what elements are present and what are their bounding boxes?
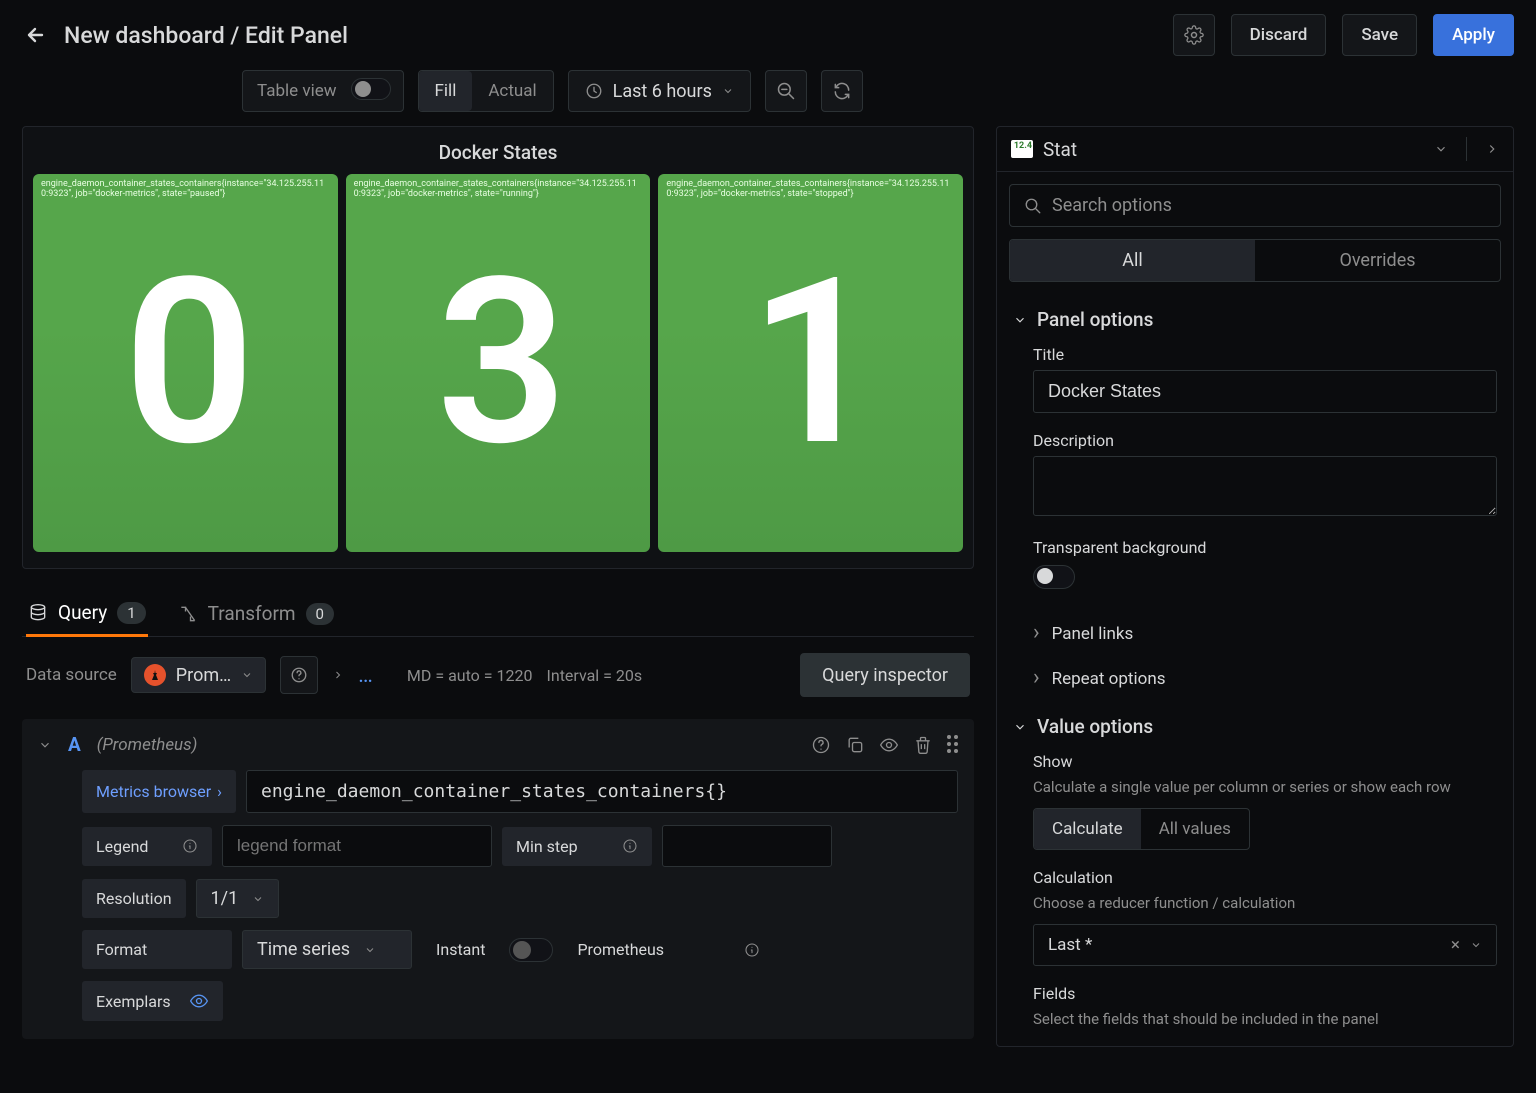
chevron-right-icon: › — [217, 782, 222, 801]
tab-all[interactable]: All — [1010, 240, 1255, 281]
info-icon — [182, 838, 198, 854]
arrow-left-icon — [23, 23, 47, 47]
chevron-right-icon — [1033, 621, 1040, 646]
trash-icon[interactable] — [913, 735, 933, 755]
fill-actual-segment: Fill Actual — [418, 70, 554, 112]
query-inspector-button[interactable]: Query inspector — [800, 653, 970, 697]
discard-button[interactable]: Discard — [1231, 14, 1327, 56]
stat-viz-icon: 12.4 — [1011, 140, 1033, 158]
panel-title: Docker States — [33, 141, 963, 164]
database-icon — [28, 603, 48, 623]
tab-query[interactable]: Query 1 — [26, 591, 148, 637]
data-source-label: Data source — [26, 665, 117, 685]
apply-button[interactable]: Apply — [1433, 14, 1514, 56]
options-tab-segment: All Overrides — [1009, 239, 1501, 282]
chevron-right-icon[interactable] — [1485, 142, 1499, 156]
data-source-help-button[interactable] — [280, 656, 318, 694]
zoom-out-button[interactable] — [765, 70, 807, 112]
refresh-button[interactable] — [821, 70, 863, 112]
query-letter: A — [68, 733, 81, 756]
instant-toggle[interactable] — [509, 938, 553, 962]
chevron-right-icon — [1033, 666, 1040, 691]
chevron-down-icon[interactable] — [1434, 142, 1448, 156]
info-icon — [622, 838, 638, 854]
chevron-down-icon[interactable] — [38, 738, 52, 752]
legend-input[interactable] — [222, 825, 492, 867]
chevron-down-icon — [252, 893, 264, 905]
table-view-switch[interactable] — [351, 78, 391, 100]
panel-description-input[interactable] — [1033, 456, 1497, 516]
show-all-values-option[interactable]: All values — [1141, 809, 1249, 849]
format-select[interactable]: Time series — [242, 930, 412, 969]
stat-card: engine_daemon_container_states_container… — [658, 174, 963, 552]
panel-links-section[interactable]: Panel links — [997, 611, 1513, 656]
tab-transform[interactable]: Transform 0 — [176, 591, 336, 636]
chevron-right-icon[interactable] — [332, 669, 344, 681]
show-calculate-option[interactable]: Calculate — [1034, 809, 1141, 849]
panel-options-header[interactable]: Panel options — [997, 294, 1513, 345]
promql-input[interactable]: engine_daemon_container_states_container… — [246, 770, 958, 813]
panel-settings-button[interactable] — [1173, 14, 1215, 56]
prometheus-icon — [144, 664, 166, 686]
breadcrumb: New dashboard / Edit Panel — [64, 22, 348, 49]
refresh-icon — [832, 81, 852, 101]
drag-handle-icon[interactable] — [947, 735, 958, 755]
panel-preview: Docker States engine_daemon_container_st… — [22, 126, 974, 569]
search-icon — [1024, 197, 1042, 215]
calculation-select[interactable]: Last * × — [1033, 924, 1497, 966]
help-icon[interactable] — [811, 735, 831, 755]
chevron-down-icon — [1470, 939, 1482, 951]
chevron-down-icon — [722, 85, 734, 97]
eye-icon[interactable] — [189, 991, 209, 1011]
fill-option[interactable]: Fill — [419, 71, 473, 111]
chevron-down-icon — [364, 944, 376, 956]
repeat-options-section[interactable]: Repeat options — [997, 656, 1513, 701]
transparent-bg-toggle[interactable] — [1033, 565, 1075, 589]
actual-option[interactable]: Actual — [472, 71, 552, 111]
query-options-more[interactable]: … — [358, 663, 373, 688]
eye-icon[interactable] — [879, 735, 899, 755]
resolution-select[interactable]: 1/1 — [196, 879, 280, 918]
table-view-toggle[interactable]: Table view — [242, 70, 404, 112]
gear-icon — [1184, 25, 1204, 45]
panel-title-input[interactable] — [1033, 370, 1497, 413]
stat-card: engine_daemon_container_states_container… — [346, 174, 651, 552]
copy-icon[interactable] — [845, 735, 865, 755]
value-options-header[interactable]: Value options — [997, 701, 1513, 752]
query-source: (Prometheus) — [97, 735, 198, 755]
chevron-down-icon — [241, 669, 253, 681]
min-step-input[interactable] — [662, 825, 832, 867]
chevron-down-icon — [1013, 313, 1027, 327]
search-options-input[interactable]: Search options — [1009, 184, 1501, 227]
clock-icon — [585, 82, 603, 100]
stat-card: engine_daemon_container_states_container… — [33, 174, 338, 552]
tab-overrides[interactable]: Overrides — [1255, 240, 1500, 281]
show-segment: Calculate All values — [1033, 808, 1250, 850]
info-icon — [744, 942, 760, 958]
zoom-out-icon — [776, 81, 796, 101]
clear-icon[interactable]: × — [1451, 935, 1460, 955]
save-button[interactable]: Save — [1342, 14, 1417, 56]
metrics-browser-button[interactable]: Metrics browser › — [82, 770, 236, 813]
time-range-picker[interactable]: Last 6 hours — [568, 70, 751, 112]
chevron-down-icon — [1013, 720, 1027, 734]
back-button[interactable] — [22, 22, 48, 48]
transform-icon — [178, 604, 198, 624]
query-row-a: A (Prometheus) Metrics browser › engine_… — [22, 719, 974, 1039]
viz-type-name: Stat — [1043, 138, 1077, 161]
help-icon — [290, 666, 308, 684]
data-source-select[interactable]: Prom… — [131, 657, 266, 693]
